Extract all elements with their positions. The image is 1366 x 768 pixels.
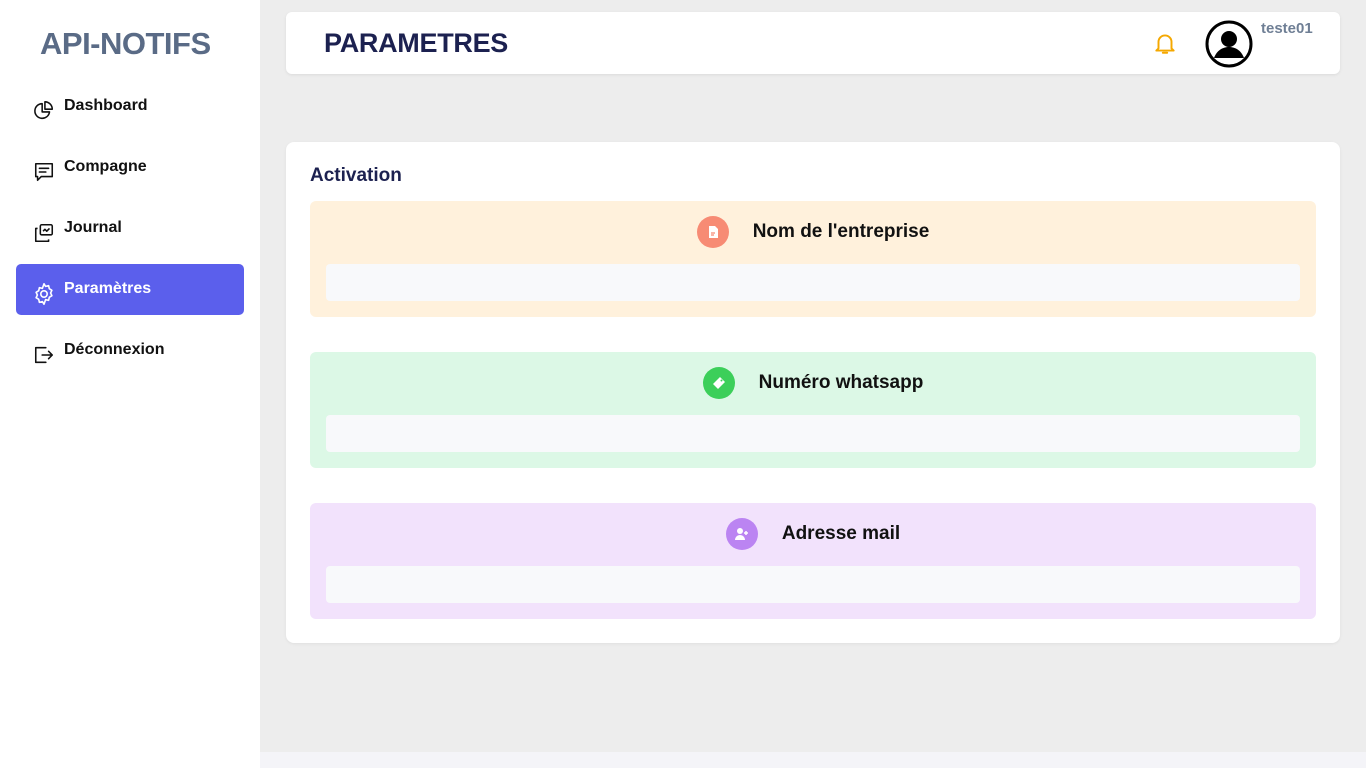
document-icon (696, 216, 729, 248)
whatsapp-number-block: Numéro whatsapp (310, 352, 1316, 468)
page-title: PARAMETRES (324, 28, 509, 58)
field-header: Numéro whatsapp (310, 366, 1316, 400)
sidebar-item-label: Dashboard (64, 96, 148, 114)
sidebar-item-deconnexion[interactable]: Déconnexion (16, 325, 244, 376)
pie-chart-icon (32, 99, 56, 123)
tag-icon (702, 367, 735, 399)
journal-icon (32, 221, 56, 245)
sidebar-item-dashboard[interactable]: Dashboard (16, 81, 244, 132)
sidebar: API-NOTIFS Dashboard Compagne Journal Pa… (0, 0, 260, 768)
card-title: Activation (310, 165, 402, 186)
logout-icon (32, 343, 56, 367)
bell-icon[interactable] (1152, 30, 1178, 56)
sidebar-item-parametres[interactable]: Paramètres (16, 264, 244, 315)
brand-logo: API-NOTIFS (40, 26, 211, 61)
field-label: Nom de l'entreprise (752, 221, 930, 242)
company-name-input[interactable] (326, 264, 1300, 301)
field-header: Adresse mail (310, 517, 1316, 551)
field-label: Numéro whatsapp (758, 372, 924, 393)
sidebar-item-label: Compagne (64, 157, 147, 175)
sidebar-item-compagne[interactable]: Compagne (16, 142, 244, 193)
avatar[interactable] (1205, 20, 1253, 68)
activation-card: Activation Nom de l'entreprise Numéro wh… (286, 142, 1340, 643)
sidebar-item-journal[interactable]: Journal (16, 203, 244, 254)
username[interactable]: teste01 (1261, 20, 1313, 37)
email-address-block: Adresse mail (310, 503, 1316, 619)
footer-strip (260, 752, 1366, 768)
sidebar-item-label: Journal (64, 218, 122, 236)
sidebar-item-label: Paramètres (64, 279, 152, 297)
add-user-icon (725, 518, 758, 550)
field-header: Nom de l'entreprise (310, 215, 1316, 249)
company-name-block: Nom de l'entreprise (310, 201, 1316, 317)
message-icon (32, 160, 56, 184)
email-address-input[interactable] (326, 566, 1300, 603)
whatsapp-number-input[interactable] (326, 415, 1300, 452)
sidebar-item-label: Déconnexion (64, 340, 165, 358)
top-bar: PARAMETRES teste01 (286, 12, 1340, 74)
gear-icon (32, 282, 56, 306)
field-label: Adresse mail (781, 523, 901, 544)
